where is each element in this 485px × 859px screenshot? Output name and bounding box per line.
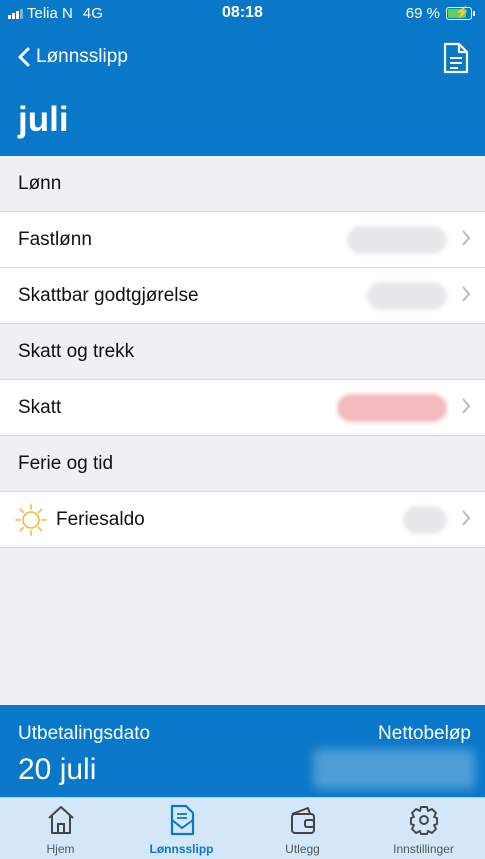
section-header-holiday: Ferie og tid (0, 436, 485, 492)
payslip-list: Lønn Fastlønn Skattbar godtgjørelse Skat… (0, 156, 485, 548)
net-amount-label: Nettobeløp (378, 723, 471, 744)
payslip-icon (170, 804, 194, 836)
payment-date-label: Utbetalingsdato (18, 723, 151, 744)
battery-icon: ⚡ (446, 5, 472, 20)
wallet-icon (290, 807, 315, 834)
hidden-amount (403, 506, 447, 534)
payment-date-value: 20 juli (18, 753, 97, 786)
hidden-amount (347, 226, 447, 254)
section-title: Ferie og tid (18, 452, 114, 474)
item-label: Fastlønn (18, 228, 92, 250)
document-icon[interactable] (443, 42, 469, 74)
tab-settings[interactable]: Innstillinger (363, 798, 484, 859)
hidden-net-amount (313, 749, 475, 789)
status-bar: Telia N 4G 08:18 69 % ⚡ (0, 0, 485, 28)
tab-label: Innstillinger (393, 842, 454, 856)
chevron-right-icon (462, 286, 471, 302)
tab-label: Utlegg (285, 842, 320, 856)
status-right: 69 % ⚡ (406, 5, 475, 22)
back-label: Lønnsslipp (36, 46, 128, 67)
back-button[interactable]: Lønnsslipp (18, 46, 128, 68)
page-title: juli (18, 100, 69, 139)
gear-icon (409, 806, 438, 835)
chevron-right-icon (462, 230, 471, 246)
list-item-fixed-salary[interactable]: Fastlønn (0, 212, 485, 268)
home-icon (47, 806, 74, 834)
hidden-amount (367, 282, 447, 310)
tab-expenses[interactable]: Utlegg (242, 798, 363, 859)
hidden-amount (337, 394, 447, 422)
battery-percent: 69 % (405, 5, 440, 22)
tab-bar: Hjem Lønnsslipp Utlegg Innstillinger (0, 797, 485, 859)
tab-home[interactable]: Hjem (0, 798, 121, 859)
tab-payslip[interactable]: Lønnsslipp (121, 798, 242, 859)
battery-tip (473, 11, 475, 16)
list-item-tax[interactable]: Skatt (0, 380, 485, 436)
chevron-right-icon (462, 398, 471, 414)
item-label: Skatt (18, 396, 62, 418)
payment-summary: Utbetalingsdato Nettobeløp 20 juli (0, 705, 485, 797)
section-header-salary: Lønn (0, 156, 485, 212)
tab-label: Lønnsslipp (149, 842, 214, 856)
navigation-bar: Lønnsslipp (0, 40, 485, 80)
chevron-right-icon (462, 510, 471, 526)
list-item-taxable-allowance[interactable]: Skattbar godtgjørelse (0, 268, 485, 324)
item-label: Feriesaldo (56, 508, 145, 530)
sun-icon (15, 503, 47, 536)
app-header: Telia N 4G 08:18 69 % ⚡ Lønnsslipp juli (0, 0, 485, 156)
section-title: Lønn (18, 172, 62, 194)
section-header-tax: Skatt og trekk (0, 324, 485, 380)
section-title: Skatt og trekk (18, 340, 135, 362)
item-label: Skattbar godtgjørelse (18, 284, 199, 306)
tab-label: Hjem (46, 842, 75, 856)
chevron-left-icon (18, 47, 30, 67)
list-item-holiday-balance[interactable]: Feriesaldo (0, 492, 485, 548)
